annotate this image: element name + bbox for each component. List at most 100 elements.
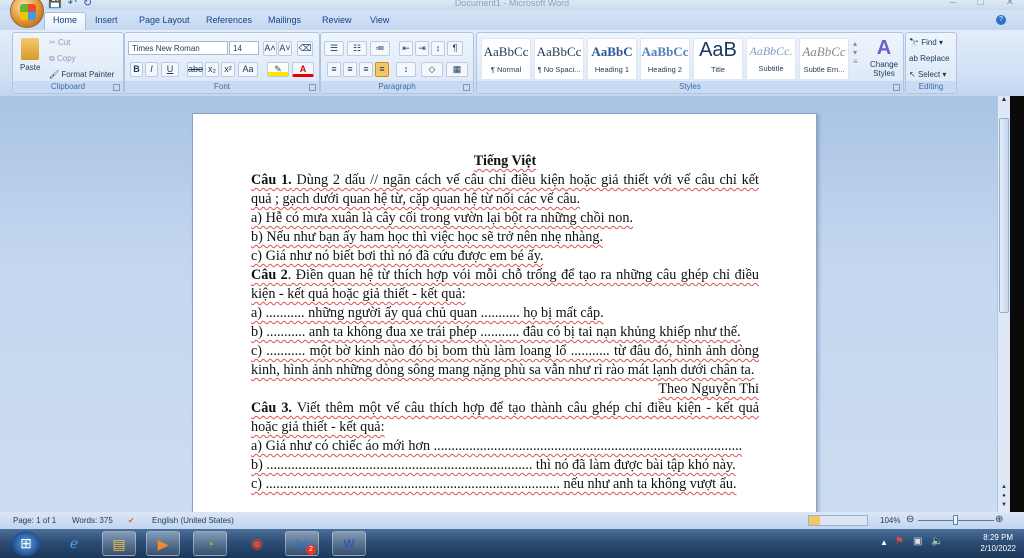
proofing-icon[interactable]: ✔ — [128, 516, 135, 525]
find-button[interactable]: 🔭 Find ▾ — [909, 38, 943, 47]
numbering-icon[interactable]: ☷ — [347, 41, 367, 56]
change-styles-button[interactable]: A Change Styles — [867, 37, 901, 78]
paste-button[interactable]: Paste — [20, 63, 40, 72]
underline-button[interactable]: U — [161, 62, 179, 77]
style-heading-1[interactable]: AaBbC Heading 1 — [587, 38, 637, 80]
tray-overflow-icon[interactable]: ▲ — [880, 538, 888, 547]
paragraph-launcher[interactable] — [463, 84, 470, 91]
clock[interactable]: 8:29 PM 2/10/2022 — [980, 532, 1016, 554]
decrease-indent-icon[interactable]: ⇤ — [399, 41, 413, 56]
language-indicator[interactable]: English (United States) — [152, 516, 234, 525]
multilevel-list-icon[interactable]: ≔ — [370, 41, 390, 56]
redo-icon[interactable]: ↻ — [83, 0, 92, 9]
style-sample: AaBbCc — [641, 44, 689, 59]
minimize-button[interactable]: – — [950, 0, 956, 8]
file-explorer-icon[interactable]: ▤ — [102, 531, 136, 556]
internet-explorer-icon[interactable]: ℯ — [57, 531, 91, 556]
style-sample: AaBbCc — [802, 44, 846, 59]
coccoc-browser-icon[interactable]: ◔ — [193, 531, 227, 556]
grow-font-button[interactable]: A˄ — [263, 41, 277, 56]
subscript-button[interactable]: x₂ — [205, 62, 219, 77]
font-size-select[interactable]: 14 — [229, 41, 259, 55]
scrollbar-thumb[interactable] — [999, 118, 1009, 313]
word-count[interactable]: Words: 375 — [72, 516, 113, 525]
maximize-button[interactable]: □ — [978, 0, 984, 8]
select-label: Select — [917, 70, 941, 79]
line-text: b) .....................................… — [251, 457, 736, 473]
line-text: kinh, hình ảnh những dòng sông mang nặng… — [251, 362, 755, 378]
line-text: . Điền quan hệ từ thích hợp vói mỗi chỗ … — [287, 267, 759, 283]
media-player-icon[interactable]: ▶ — [146, 531, 180, 556]
document-page[interactable]: Tiếng Việt Câu 1. Dùng 2 dấu // ngăn cách… — [192, 113, 817, 533]
style-title[interactable]: AaB Title — [693, 38, 743, 80]
replace-button[interactable]: ab Replace — [909, 54, 949, 63]
volume-icon[interactable]: 🔈 — [931, 536, 943, 547]
view-buttons[interactable] — [808, 515, 868, 526]
highlight-icon[interactable]: ✎ — [267, 62, 289, 77]
tab-mailings[interactable]: Mailings — [260, 13, 309, 27]
zoom-slider-thumb[interactable] — [953, 515, 958, 525]
strikethrough-button[interactable]: abe — [187, 62, 203, 77]
bold-button[interactable]: B — [130, 62, 143, 77]
zoom-in-icon[interactable]: ⊕ — [995, 514, 1003, 525]
save-icon[interactable]: 💾 — [48, 0, 62, 9]
increase-indent-icon[interactable]: ⇥ — [415, 41, 429, 56]
justify-icon[interactable]: ≡ — [375, 62, 389, 77]
align-left-icon[interactable]: ≡ — [327, 62, 341, 77]
help-icon[interactable]: ? — [996, 15, 1006, 25]
line-spacing-icon[interactable]: ↕ — [396, 62, 416, 77]
word-icon[interactable]: W — [332, 531, 366, 556]
style-name: Subtle Em... — [803, 65, 845, 74]
zoom-out-icon[interactable]: ⊖ — [906, 514, 914, 525]
sort-icon[interactable]: ↕ — [431, 41, 445, 56]
style-heading-2[interactable]: AaBbCc Heading 2 — [640, 38, 690, 80]
superscript-button[interactable]: x² — [221, 62, 235, 77]
scroll-up-icon[interactable]: ▲ — [998, 96, 1010, 103]
tab-page-layout[interactable]: Page Layout — [131, 13, 198, 27]
style-normal[interactable]: AaBbCc ¶ Normal — [481, 38, 531, 80]
shrink-font-button[interactable]: A˅ — [278, 41, 292, 56]
styles-launcher[interactable] — [893, 84, 900, 91]
tab-references[interactable]: References — [198, 13, 260, 27]
browse-buttons[interactable]: ▲ ● ▼ — [998, 483, 1010, 510]
document-line: kiện - kết quả hoặc giả thiết - kết quả: — [251, 285, 759, 304]
change-case-button[interactable]: Aa — [238, 62, 258, 77]
cut-button[interactable]: ✂ Cut — [49, 38, 70, 47]
tab-review[interactable]: Review — [314, 13, 360, 27]
page-count[interactable]: Page: 1 of 1 — [13, 516, 56, 525]
borders-icon[interactable]: ▦ — [446, 62, 468, 77]
style-no-spacing[interactable]: AaBbCc ¶ No Spaci... — [534, 38, 584, 80]
select-button[interactable]: ↖ Select ▾ — [909, 70, 946, 79]
undo-icon[interactable]: ↶ — [68, 0, 77, 9]
clipboard-group-label: Clipboard — [13, 81, 123, 93]
font-name-select[interactable]: Times New Roman — [128, 41, 228, 55]
style-subtle-emphasis[interactable]: AaBbCc Subtle Em... — [799, 38, 849, 80]
copy-button[interactable]: ⧉ Copy — [49, 54, 76, 64]
close-button[interactable]: ✕ — [1006, 0, 1014, 8]
document-body[interactable]: Tiếng Việt Câu 1. Dùng 2 dấu // ngăn cách… — [251, 152, 759, 494]
align-center-icon[interactable]: ≡ — [343, 62, 357, 77]
tab-home[interactable]: Home — [44, 12, 87, 30]
bullets-icon[interactable]: ☰ — [324, 41, 344, 56]
format-painter-button[interactable]: 🖌 Format Painter — [49, 70, 114, 79]
font-color-icon[interactable]: A — [292, 62, 314, 77]
font-launcher[interactable] — [309, 84, 316, 91]
clear-formatting-icon[interactable]: ⌫ — [297, 41, 313, 56]
zoom-level[interactable]: 104% — [880, 516, 900, 525]
chrome-icon[interactable]: ◉ — [240, 531, 274, 556]
tab-insert[interactable]: Insert — [87, 13, 126, 27]
style-subtitle[interactable]: AaBbCc. Subtitle — [746, 38, 796, 80]
shading-icon[interactable]: ◇ — [421, 62, 443, 77]
show-formatting-button[interactable]: ¶ — [447, 41, 463, 56]
align-right-icon[interactable]: ≡ — [359, 62, 373, 77]
clipboard-launcher[interactable] — [113, 84, 120, 91]
zalo-icon[interactable]: Zalo 2 — [285, 531, 319, 556]
network-icon[interactable]: ▣ — [913, 536, 922, 547]
vertical-scrollbar[interactable]: ▲ ▲ ● ▼ — [997, 96, 1010, 512]
italic-button[interactable]: I — [145, 62, 158, 77]
styles-scroll-buttons[interactable]: ▴ ▾ ≡ — [853, 39, 858, 66]
start-button[interactable]: ⊞ — [12, 531, 40, 556]
action-center-icon[interactable]: ⚑ — [895, 536, 904, 547]
change-styles-label: Change Styles — [869, 60, 899, 78]
tab-view[interactable]: View — [362, 13, 397, 27]
